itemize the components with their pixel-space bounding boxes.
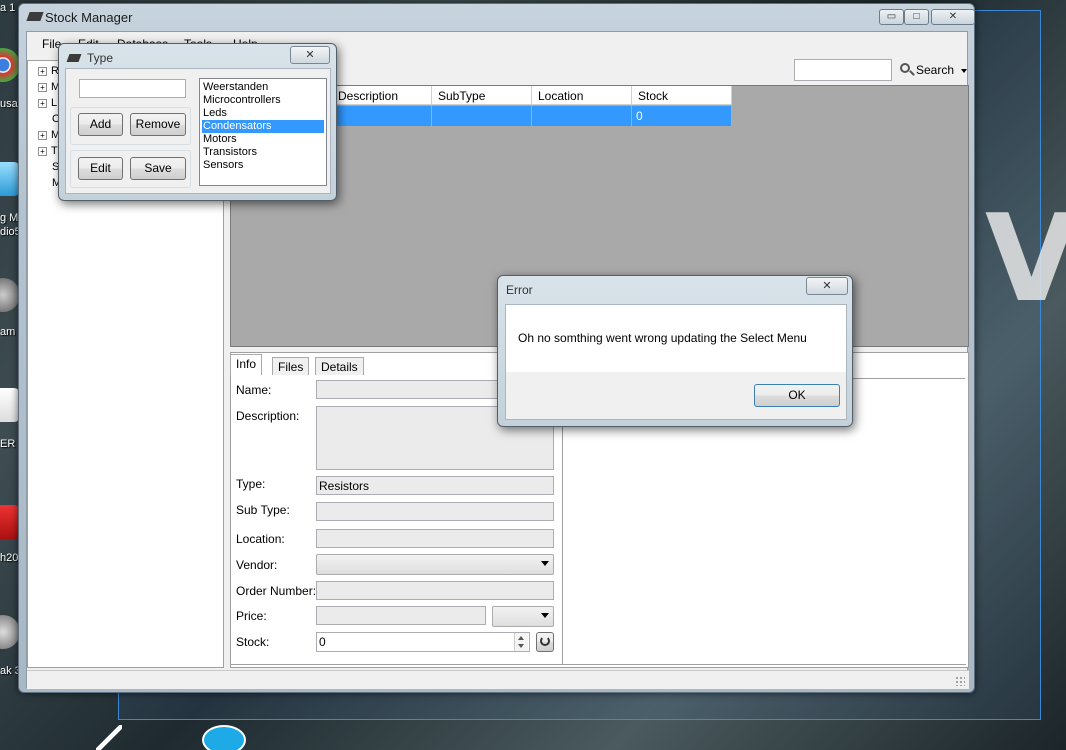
- app-icon: [66, 54, 82, 62]
- close-button[interactable]: ✕: [931, 9, 975, 25]
- desktop-label: g M: [0, 212, 19, 224]
- location-label: Location:: [236, 532, 285, 546]
- price-field[interactable]: [316, 606, 486, 625]
- name-label: Name:: [236, 383, 272, 397]
- grid-column-location[interactable]: Location: [532, 86, 632, 105]
- error-dialog-title: Error: [506, 283, 533, 297]
- divider: [230, 664, 966, 665]
- type-dialog: Type ✕ Add Remove Edit Save Weerstanden …: [58, 43, 337, 201]
- list-item[interactable]: Leds: [202, 107, 324, 120]
- ok-button[interactable]: OK: [754, 384, 840, 407]
- refresh-icon: [540, 636, 550, 646]
- tree-item[interactable]: + L: [38, 97, 57, 111]
- edit-button[interactable]: Edit: [78, 157, 123, 180]
- itunes-icon[interactable]: [0, 162, 20, 196]
- tree-item[interactable]: + R: [38, 65, 59, 79]
- chevron-down-icon: [541, 561, 549, 566]
- type-name-input[interactable]: [79, 79, 186, 98]
- stock-stepper[interactable]: 0: [316, 632, 530, 652]
- expand-icon[interactable]: +: [38, 146, 47, 156]
- vendor-select[interactable]: [316, 554, 554, 575]
- type-dialog-title: Type: [87, 51, 114, 65]
- stock-label: Stock:: [236, 635, 270, 649]
- chevron-down-icon[interactable]: [518, 644, 524, 648]
- list-item[interactable]: Transistors: [202, 146, 324, 159]
- minimize-button[interactable]: ▭: [879, 9, 904, 25]
- location-field[interactable]: [316, 529, 554, 548]
- grid-column-stock[interactable]: Stock: [632, 86, 732, 105]
- tree-item[interactable]: + T: [38, 145, 58, 159]
- tree-item[interactable]: + M: [38, 81, 60, 95]
- list-item[interactable]: Motors: [202, 133, 324, 146]
- tab-info[interactable]: Info: [230, 354, 263, 375]
- stepper-arrows[interactable]: [514, 633, 528, 651]
- tree-item-label: L: [51, 97, 58, 109]
- add-button[interactable]: Add: [78, 113, 123, 136]
- resize-grip-icon[interactable]: [955, 676, 965, 686]
- desktop-label: usa: [0, 98, 18, 110]
- grid-column-description[interactable]: Description: [332, 86, 432, 105]
- skype-icon[interactable]: [202, 725, 246, 750]
- taskbar-icon-pen[interactable]: [96, 725, 122, 750]
- expand-icon[interactable]: +: [38, 82, 47, 92]
- order-number-label: Order Number:: [236, 584, 317, 598]
- grid-cell[interactable]: [432, 106, 532, 126]
- close-button[interactable]: ✕: [290, 46, 330, 64]
- app-icon-t[interactable]: [0, 505, 20, 539]
- steam-icon[interactable]: [0, 278, 20, 312]
- error-message: Oh no somthing went wrong updating the S…: [518, 331, 807, 345]
- subtype-label: Sub Type:: [236, 503, 290, 517]
- desktop-label: a 1: [0, 2, 16, 14]
- search-input[interactable]: [794, 59, 892, 81]
- grid-cell[interactable]: [532, 106, 632, 126]
- desktop-label: h20: [0, 552, 19, 564]
- list-item[interactable]: Sensors: [202, 159, 324, 172]
- tab-files[interactable]: Files: [272, 357, 310, 375]
- currency-select[interactable]: [492, 606, 554, 627]
- price-label: Price:: [236, 609, 267, 623]
- save-button[interactable]: Save: [130, 157, 186, 180]
- tree-item[interactable]: + M: [38, 129, 60, 143]
- list-item-selected[interactable]: Condensators: [202, 120, 324, 133]
- chrome-icon[interactable]: [0, 48, 20, 82]
- tab-details[interactable]: Details: [315, 357, 364, 375]
- maximize-button[interactable]: □: [904, 9, 929, 25]
- error-dialog: Error ✕ Oh no somthing went wrong updati…: [497, 275, 853, 427]
- list-item[interactable]: Microcontrollers: [202, 94, 324, 107]
- error-dialog-body: Oh no somthing went wrong updating the S…: [505, 304, 847, 420]
- desktop-label: am: [0, 326, 16, 338]
- search-button[interactable]: Search: [896, 59, 971, 81]
- subtype-field[interactable]: [316, 502, 554, 521]
- app-icon-disc[interactable]: [0, 615, 20, 649]
- order-number-field[interactable]: [316, 581, 554, 600]
- window-title: Stock Manager: [45, 10, 133, 25]
- app-icon: [26, 12, 44, 21]
- grid-cell[interactable]: [332, 106, 432, 126]
- chevron-down-icon: [541, 613, 549, 618]
- chevron-up-icon[interactable]: [518, 636, 524, 640]
- search-icon-handle: [909, 70, 915, 76]
- app-icon-red-cross[interactable]: [0, 388, 20, 422]
- expand-icon[interactable]: +: [38, 66, 47, 76]
- wallpaper-letter: V: [985, 190, 1066, 329]
- type-field[interactable]: Resistors: [316, 476, 554, 495]
- search-label: Search: [916, 63, 955, 77]
- type-list[interactable]: Weerstanden Microcontrollers Leds Conden…: [199, 78, 327, 186]
- tree-item-label: T: [51, 145, 58, 157]
- expand-icon[interactable]: +: [38, 98, 47, 108]
- refresh-stock-button[interactable]: [536, 632, 554, 652]
- status-bar: [27, 670, 969, 689]
- type-label: Type:: [236, 477, 266, 491]
- close-button[interactable]: ✕: [806, 277, 848, 295]
- list-item[interactable]: Weerstanden: [202, 81, 324, 94]
- grid-column-subtype[interactable]: SubType: [432, 86, 532, 105]
- expand-icon[interactable]: +: [38, 130, 47, 140]
- chevron-down-icon[interactable]: [961, 69, 967, 73]
- vendor-label: Vendor:: [236, 558, 278, 572]
- description-label: Description:: [236, 409, 300, 423]
- remove-button[interactable]: Remove: [130, 113, 186, 136]
- grid-cell[interactable]: 0: [632, 106, 732, 126]
